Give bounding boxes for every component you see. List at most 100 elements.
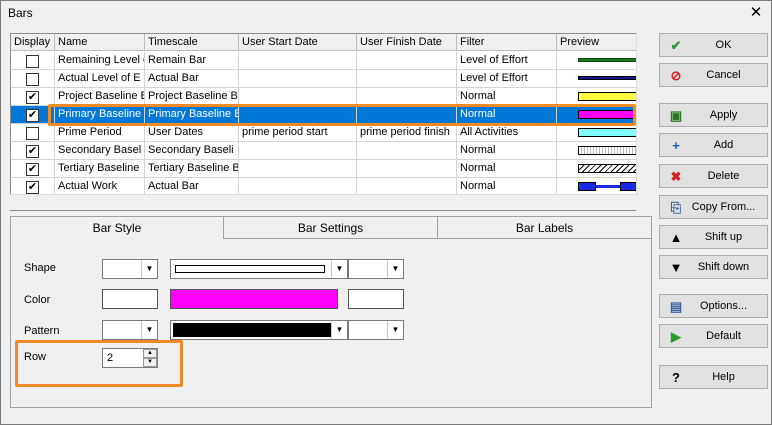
filter-cell: All Activities (457, 124, 557, 142)
name-cell: Tertiary Baseline (55, 160, 145, 178)
tab-bar-style[interactable]: Bar Style (11, 217, 224, 239)
tab-bar-labels[interactable]: Bar Labels (438, 217, 651, 239)
grid-horizontal-scrollbar[interactable] (10, 194, 638, 210)
column-header-filter[interactable]: Filter (457, 34, 557, 51)
delete-button[interactable]: ✖ Delete (659, 164, 768, 188)
display-checkbox[interactable] (26, 73, 39, 86)
column-header-preview[interactable]: Preview (557, 34, 637, 51)
display-checkbox[interactable]: ✔ (26, 91, 39, 104)
name-cell: Secondary Basel (55, 142, 145, 160)
help-button[interactable]: ? Help (659, 365, 768, 389)
close-icon[interactable]: ✕ (746, 4, 766, 22)
name-cell: Actual Level of E (55, 70, 145, 88)
display-checkbox[interactable]: ✔ (26, 181, 39, 194)
display-checkbox[interactable]: ✔ (26, 109, 39, 122)
pattern-start-combo[interactable]: ▼ (102, 320, 158, 340)
start-cell (239, 160, 357, 178)
pattern-middle-combo[interactable]: ▼ (170, 320, 348, 340)
display-cell: ✔ (11, 160, 55, 178)
column-header-display[interactable]: Display (11, 34, 55, 51)
shape-label: Shape (24, 262, 56, 274)
display-cell (11, 52, 55, 70)
preview-bar (578, 92, 637, 101)
start-cell (239, 70, 357, 88)
preview-bar (578, 58, 637, 62)
ok-button[interactable]: ✔ OK (659, 33, 768, 57)
pattern-end-combo[interactable]: ▼ (348, 320, 404, 340)
display-cell (11, 70, 55, 88)
name-cell: Remaining Level o (55, 52, 145, 70)
button-label: Copy From... (691, 201, 756, 213)
filter-cell: Level of Effort (457, 70, 557, 88)
options-icon: ▤ (669, 299, 683, 314)
start-cell (239, 142, 357, 160)
finish-cell (357, 52, 457, 70)
end-color-swatch[interactable] (348, 289, 404, 309)
timescale-cell: Secondary Baseli (145, 142, 239, 160)
display-checkbox[interactable]: ✔ (26, 145, 39, 158)
pattern-label: Pattern (24, 325, 60, 337)
chevron-down-icon[interactable]: ▼ (387, 321, 403, 339)
add-button[interactable]: + Add (659, 133, 768, 157)
finish-cell (357, 70, 457, 88)
chevron-down-icon[interactable]: ▼ (387, 260, 403, 278)
cancel-button[interactable]: ⊘ Cancel (659, 63, 768, 87)
shift-up-button[interactable]: ▲ Shift up (659, 225, 768, 249)
start-color-swatch[interactable] (102, 289, 158, 309)
button-label: Shift down (697, 261, 750, 273)
button-label: OK (715, 39, 732, 51)
grid-vertical-scrollbar[interactable] (636, 33, 652, 211)
preview-bar (578, 164, 637, 173)
shape-start-combo[interactable]: ▼ (102, 259, 158, 279)
button-label: Delete (707, 170, 740, 182)
table-row[interactable]: Prime Period User Dates prime period start… (11, 124, 637, 142)
copy-from-button[interactable]: ⎘ Copy From... (659, 195, 768, 219)
button-label: Apply (709, 109, 738, 121)
tab-bar-settings[interactable]: Bar Settings (224, 217, 438, 239)
shape-preview (175, 265, 325, 273)
chevron-down-icon[interactable]: ▼ (331, 260, 347, 278)
default-button[interactable]: ▶ Default (659, 324, 768, 348)
chevron-down-icon[interactable]: ▼ (141, 260, 157, 278)
column-header-user-finish-date[interactable]: User Finish Date (357, 34, 457, 51)
color-label: Color (24, 294, 51, 306)
button-label: Help (712, 371, 735, 383)
preview-bar (578, 128, 637, 137)
check-icon: ✔ (670, 38, 682, 53)
display-checkbox[interactable] (26, 55, 39, 68)
arrow-up-icon: ▲ (669, 230, 683, 245)
chevron-down-icon[interactable]: ▼ (331, 321, 347, 339)
arrow-down-icon: ▼ (669, 260, 683, 275)
column-header-timescale[interactable]: Timescale (145, 34, 239, 51)
pattern-preview (173, 323, 331, 337)
selected-row-highlight (48, 104, 636, 126)
table-row[interactable]: ✔ Secondary Basel Secondary Baseli Normal (11, 142, 637, 160)
start-cell (239, 52, 357, 70)
start-cell: prime period start (239, 124, 357, 142)
shift-down-button[interactable]: ▼ Shift down (659, 255, 768, 279)
middle-color-swatch[interactable] (170, 289, 338, 309)
filter-cell: Normal (457, 142, 557, 160)
finish-cell (357, 160, 457, 178)
table-row[interactable]: Remaining Level o Remain Bar Level of Effo… (11, 52, 637, 70)
plus-icon: + (672, 138, 680, 153)
preview-bar (578, 146, 637, 155)
button-label: Shift up (704, 231, 743, 243)
table-row[interactable]: ✔ Tertiary Baseline Tertiary Baseline B Nor… (11, 160, 637, 178)
apply-button[interactable]: ▣ Apply (659, 103, 768, 127)
display-checkbox[interactable]: ✔ (26, 163, 39, 176)
chevron-down-icon[interactable]: ▼ (141, 321, 157, 339)
column-header-user-start-date[interactable]: User Start Date (239, 34, 357, 51)
column-header-name[interactable]: Name (55, 34, 145, 51)
timescale-cell: Tertiary Baseline B (145, 160, 239, 178)
preview-bar (578, 182, 637, 191)
timescale-cell: User Dates (145, 124, 239, 142)
play-icon: ▶ (671, 329, 681, 344)
delete-icon: ✖ (670, 169, 682, 184)
display-checkbox[interactable] (26, 127, 39, 140)
options-button[interactable]: ▤ Options... (659, 294, 768, 318)
table-row[interactable]: Actual Level of E Actual Bar Level of Effo… (11, 70, 637, 88)
shape-middle-combo[interactable]: ▼ (170, 259, 348, 279)
shape-end-combo[interactable]: ▼ (348, 259, 404, 279)
help-icon: ? (672, 370, 680, 385)
